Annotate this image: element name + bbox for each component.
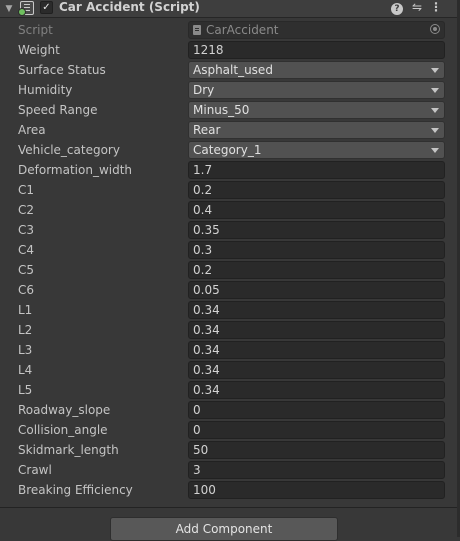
deformation-width-field[interactable]: 1.7 xyxy=(188,161,445,179)
property-label: C4 xyxy=(18,243,35,257)
property-row-l2: L2 0.34 xyxy=(0,320,460,340)
speed-range-dropdown[interactable]: Minus_50 xyxy=(188,101,445,119)
property-row-l4: L4 0.34 xyxy=(0,360,460,380)
script-row: Script CarAccident xyxy=(0,20,460,40)
chevron-down-icon xyxy=(431,148,439,153)
property-row-area: Area Rear xyxy=(0,120,460,140)
property-label: C1 xyxy=(18,183,35,197)
crawl-field[interactable]: 3 xyxy=(188,461,445,479)
component-enabled-checkbox[interactable]: ✓ xyxy=(40,1,53,14)
property-row-speed-range: Speed Range Minus_50 xyxy=(0,100,460,120)
property-label: Roadway_slope xyxy=(18,403,111,417)
dropdown-value: Minus_50 xyxy=(193,103,250,117)
dropdown-value: Rear xyxy=(193,123,221,137)
property-label: Breaking Efficiency xyxy=(18,483,133,497)
property-label: L1 xyxy=(18,303,33,317)
chevron-down-icon xyxy=(431,128,439,133)
property-row-skidmark-length: Skidmark_length 50 xyxy=(0,440,460,460)
property-row-l1: L1 0.34 xyxy=(0,300,460,320)
script-file-icon xyxy=(193,25,201,35)
property-row-c6: C6 0.05 xyxy=(0,280,460,300)
property-label: Weight xyxy=(18,43,60,57)
script-label: Script xyxy=(18,23,53,37)
property-label: Humidity xyxy=(18,83,73,97)
property-row-l5: L5 0.34 xyxy=(0,380,460,400)
l5-field[interactable]: 0.34 xyxy=(188,381,445,399)
l4-field[interactable]: 0.34 xyxy=(188,361,445,379)
property-row-c1: C1 0.2 xyxy=(0,180,460,200)
weight-field[interactable]: 1218 xyxy=(188,41,445,59)
help-icon[interactable]: ? xyxy=(390,0,404,15)
property-row-vehicle-category: Vehicle_category Category_1 xyxy=(0,140,460,160)
property-label: L4 xyxy=(18,363,33,377)
l1-field[interactable]: 0.34 xyxy=(188,301,445,319)
dropdown-value: Asphalt_used xyxy=(193,63,273,77)
property-label: Collision_angle xyxy=(18,423,108,437)
roadway-slope-field[interactable]: 0 xyxy=(188,401,445,419)
property-label: C2 xyxy=(18,203,35,217)
l3-field[interactable]: 0.34 xyxy=(188,341,445,359)
property-label: C3 xyxy=(18,223,35,237)
property-row-c3: C3 0.35 xyxy=(0,220,460,240)
dropdown-value: Dry xyxy=(193,83,215,97)
property-label: Skidmark_length xyxy=(18,443,119,457)
script-value: CarAccident xyxy=(206,23,279,37)
triangle-down-icon[interactable]: ▼ xyxy=(3,3,15,15)
property-row-weight: Weight 1218 xyxy=(0,40,460,60)
property-row-breaking-efficiency: Breaking Efficiency 100 xyxy=(0,480,460,500)
skidmark-length-field[interactable]: 50 xyxy=(188,441,445,459)
property-label: L2 xyxy=(18,323,33,337)
kebab-menu-icon[interactable]: ⋮ xyxy=(430,0,442,15)
c4-field[interactable]: 0.3 xyxy=(188,241,445,259)
property-row-deformation-width: Deformation_width 1.7 xyxy=(0,160,460,180)
component-title: Car Accident (Script) xyxy=(59,0,200,14)
property-label: Area xyxy=(18,123,46,137)
object-picker-icon[interactable] xyxy=(430,24,440,34)
vehicle-category-dropdown[interactable]: Category_1 xyxy=(188,141,445,159)
property-row-c5: C5 0.2 xyxy=(0,260,460,280)
property-row-surface-status: Surface Status Asphalt_used xyxy=(0,60,460,80)
property-row-l3: L3 0.34 xyxy=(0,340,460,360)
property-row-roadway-slope: Roadway_slope 0 xyxy=(0,400,460,420)
cs-script-icon xyxy=(18,1,34,16)
breaking-efficiency-field[interactable]: 100 xyxy=(188,481,445,499)
c1-field[interactable]: 0.2 xyxy=(188,181,445,199)
property-label: L3 xyxy=(18,343,33,357)
property-label: Surface Status xyxy=(18,63,106,77)
property-row-c2: C2 0.4 xyxy=(0,200,460,220)
divider xyxy=(0,507,460,508)
property-row-c4: C4 0.3 xyxy=(0,240,460,260)
chevron-down-icon xyxy=(431,88,439,93)
component-header[interactable]: ▼ ✓ Car Accident (Script) ? ⇋ ⋮ xyxy=(0,0,460,18)
chevron-down-icon xyxy=(431,68,439,73)
c2-field[interactable]: 0.4 xyxy=(188,201,445,219)
collision-angle-field[interactable]: 0 xyxy=(188,421,445,439)
c3-field[interactable]: 0.35 xyxy=(188,221,445,239)
c6-field[interactable]: 0.05 xyxy=(188,281,445,299)
surface-status-dropdown[interactable]: Asphalt_used xyxy=(188,61,445,79)
l2-field[interactable]: 0.34 xyxy=(188,321,445,339)
area-dropdown[interactable]: Rear xyxy=(188,121,445,139)
property-label: Crawl xyxy=(18,463,52,477)
property-label: Vehicle_category xyxy=(18,143,120,157)
property-label: C5 xyxy=(18,263,35,277)
humidity-dropdown[interactable]: Dry xyxy=(188,81,445,99)
chevron-down-icon xyxy=(431,108,439,113)
c5-field[interactable]: 0.2 xyxy=(188,261,445,279)
property-label: Speed Range xyxy=(18,103,98,117)
property-row-humidity: Humidity Dry xyxy=(0,80,460,100)
property-row-collision-angle: Collision_angle 0 xyxy=(0,420,460,440)
dropdown-value: Category_1 xyxy=(193,143,262,157)
sliders-icon[interactable]: ⇋ xyxy=(409,0,425,15)
property-label: L5 xyxy=(18,383,33,397)
property-label: Deformation_width xyxy=(18,163,133,177)
script-object-field[interactable]: CarAccident xyxy=(188,21,445,39)
add-component-button[interactable]: Add Component xyxy=(110,517,338,541)
property-row-crawl: Crawl 3 xyxy=(0,460,460,480)
property-label: C6 xyxy=(18,283,35,297)
